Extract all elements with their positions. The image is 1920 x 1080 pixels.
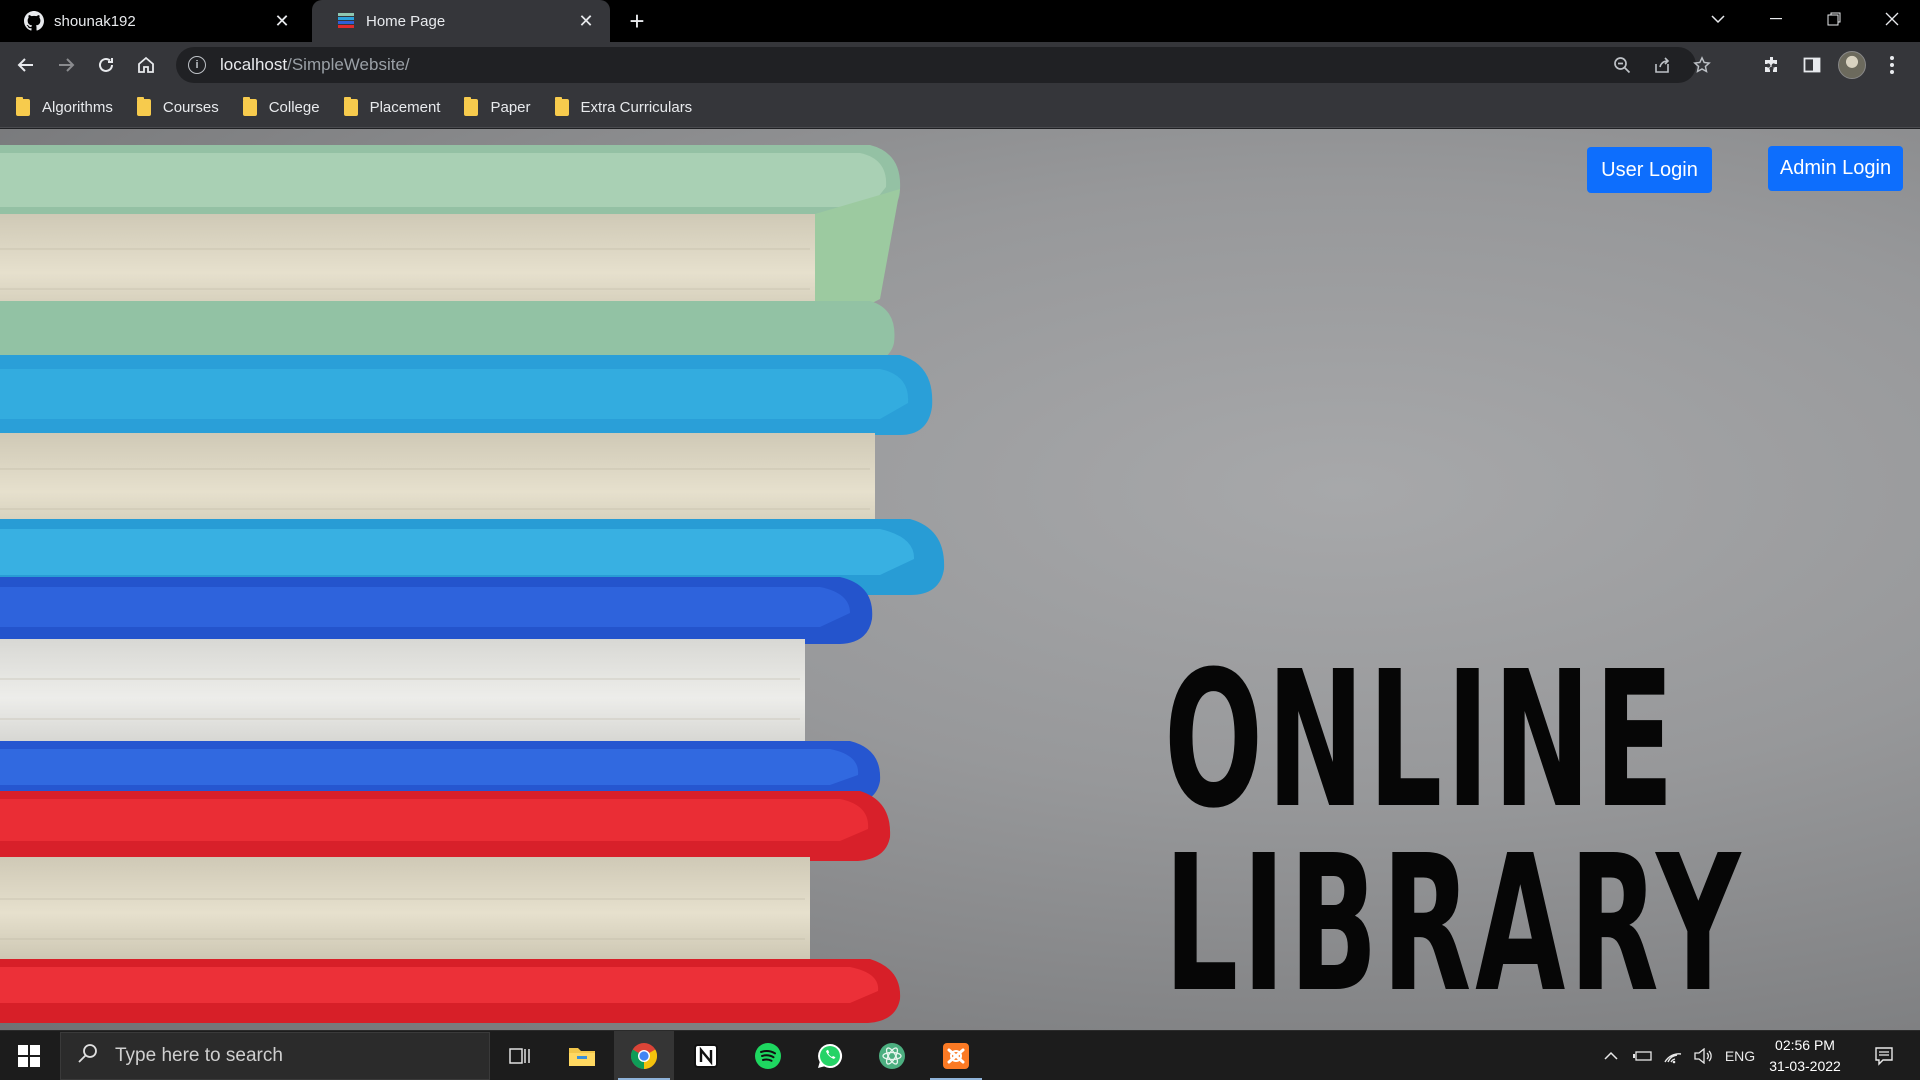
tab-title: Home Page — [366, 12, 446, 30]
volume-icon[interactable] — [1688, 1031, 1718, 1080]
windows-taskbar: Type here to search ENG 02:56 PM 31-03-2… — [0, 1030, 1920, 1080]
user-login-button[interactable]: User Login — [1587, 147, 1712, 193]
clock-date: 31-03-2022 — [1769, 1058, 1841, 1074]
bookmark-label: Paper — [490, 99, 531, 116]
bookmark-label: Courses — [162, 99, 219, 116]
tab-home-page[interactable]: Home Page ✕ — [312, 0, 610, 42]
chrome-taskbar-icon[interactable] — [614, 1031, 674, 1080]
reload-button[interactable] — [90, 49, 122, 81]
browser-toolbar: i localhost/SimpleWebsite/ — [0, 42, 1920, 88]
whatsapp-icon[interactable] — [800, 1031, 860, 1080]
folder-icon — [242, 97, 257, 116]
bookmark-label: Placement — [369, 99, 441, 116]
forward-button[interactable] — [50, 49, 82, 81]
clock-time: 02:56 PM — [1775, 1037, 1835, 1053]
restore-button[interactable] — [1806, 0, 1862, 38]
windows-logo-icon — [18, 1045, 40, 1067]
folder-icon — [554, 97, 569, 116]
extensions-icon[interactable] — [1756, 49, 1788, 81]
profile-avatar[interactable] — [1838, 51, 1866, 79]
tab-github[interactable]: shounak192 ✕ — [0, 0, 306, 42]
url-text: localhost/SimpleWebsite/ — [220, 55, 410, 74]
bookmark-label: Extra Curriculars — [580, 99, 693, 116]
tab-title: shounak192 — [54, 12, 136, 30]
bookmark-extra-curriculars[interactable]: Extra Curriculars — [554, 97, 693, 116]
task-view-icon[interactable] — [490, 1031, 550, 1080]
bookmark-star-icon[interactable] — [1686, 49, 1718, 81]
bookmarks-bar: Algorithms Courses College Placement Pap… — [0, 88, 1920, 128]
bookmark-algorithms[interactable]: Algorithms — [16, 97, 113, 116]
page-title: ONLINE LIBRARY — [1164, 631, 1745, 1030]
tab-search-chevron-icon[interactable] — [1690, 0, 1746, 38]
bookmark-placement[interactable]: Placement — [343, 97, 441, 116]
tab-strip: shounak192 ✕ Home Page ✕ + — [0, 0, 1920, 42]
bookmark-courses[interactable]: Courses — [136, 97, 219, 116]
spotify-icon[interactable] — [738, 1031, 798, 1080]
system-clock[interactable]: 02:56 PM 31-03-2022 — [1760, 1035, 1850, 1077]
show-hidden-icons-chevron[interactable] — [1596, 1031, 1626, 1080]
zoom-icon[interactable] — [1606, 49, 1638, 81]
folder-icon — [343, 97, 358, 116]
taskbar-search-box[interactable]: Type here to search — [60, 1032, 490, 1080]
title-line-library: LIBRARY — [1164, 815, 1745, 1030]
minimize-button[interactable] — [1748, 0, 1804, 38]
chrome-menu-icon[interactable] — [1876, 49, 1908, 81]
close-tab-icon[interactable]: ✕ — [272, 11, 292, 31]
side-panel-icon[interactable] — [1796, 49, 1828, 81]
site-info-icon[interactable]: i — [188, 56, 206, 74]
folder-icon — [464, 97, 479, 116]
page-hero-background: User Login Admin Login ONLINE LIBRARY — [0, 129, 1920, 1030]
wifi-icon[interactable] — [1658, 1031, 1688, 1080]
new-tab-button[interactable]: + — [622, 6, 652, 36]
share-icon[interactable] — [1646, 49, 1678, 81]
search-icon — [77, 1042, 103, 1070]
battery-icon[interactable] — [1628, 1031, 1658, 1080]
bookmark-college[interactable]: College — [242, 97, 320, 116]
folder-icon — [16, 97, 30, 116]
start-button[interactable] — [0, 1031, 58, 1080]
admin-login-button[interactable]: Admin Login — [1768, 146, 1903, 191]
folder-icon — [136, 97, 151, 116]
home-button[interactable] — [130, 49, 162, 81]
close-window-button[interactable] — [1864, 0, 1920, 38]
address-bar[interactable]: i localhost/SimpleWebsite/ — [176, 47, 1711, 83]
close-tab-icon[interactable]: ✕ — [576, 11, 596, 31]
search-placeholder: Type here to search — [115, 1045, 283, 1066]
notification-center-icon[interactable] — [1864, 1031, 1904, 1080]
bookmark-paper[interactable]: Paper — [464, 97, 531, 116]
file-explorer-icon[interactable] — [552, 1031, 612, 1080]
back-button[interactable] — [10, 49, 42, 81]
input-language-indicator[interactable]: ENG — [1720, 1031, 1760, 1080]
bookmark-label: College — [268, 99, 320, 116]
atom-app-icon[interactable] — [862, 1031, 922, 1080]
github-icon — [24, 11, 44, 31]
book-stack-image — [0, 145, 945, 1023]
title-line-online: ONLINE — [1164, 631, 1678, 850]
xampp-icon[interactable] — [926, 1031, 986, 1080]
notion-icon[interactable] — [676, 1031, 736, 1080]
bookmark-label: Algorithms — [42, 99, 113, 116]
books-icon — [336, 11, 356, 31]
